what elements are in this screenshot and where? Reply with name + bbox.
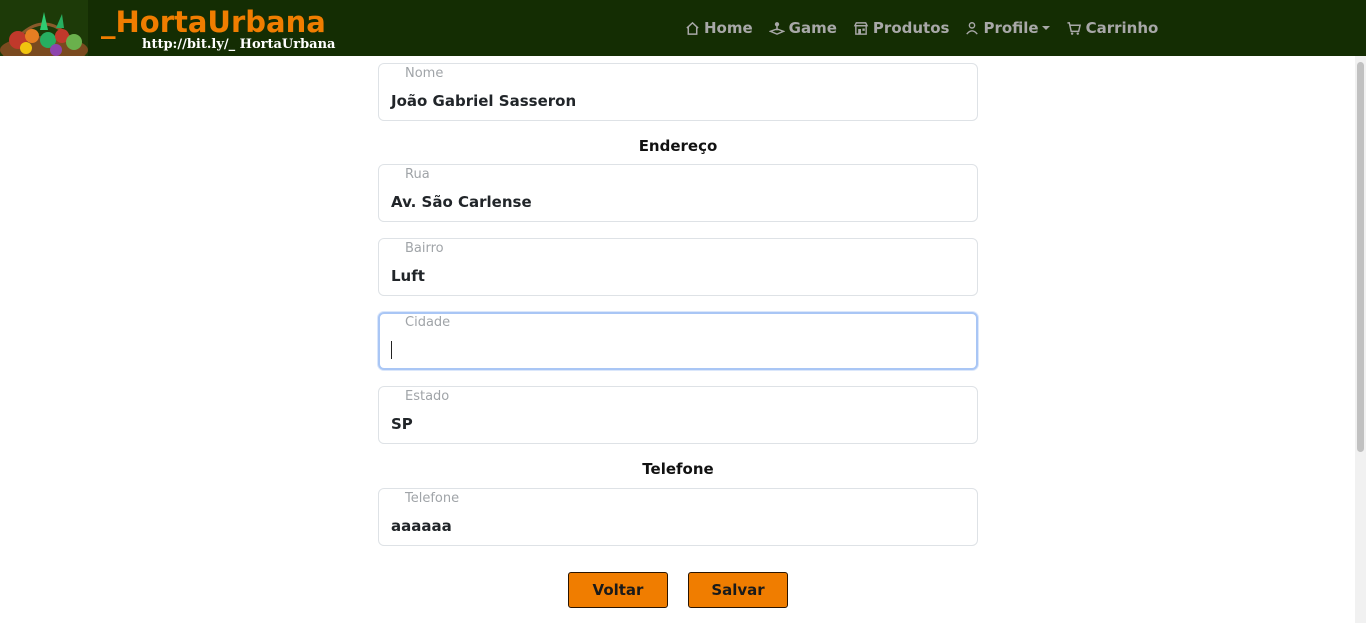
bairro-label: Bairro [405, 241, 444, 256]
nav-item-profile[interactable]: Profile [965, 19, 1050, 37]
nav-item-label: Produtos [872, 19, 950, 37]
nav-item-produtos[interactable]: Produtos [853, 19, 950, 37]
nome-label: Nome [405, 66, 444, 81]
cidade-field[interactable]: Cidade [378, 312, 978, 370]
bairro-field[interactable]: Bairro Luft [378, 238, 978, 296]
cidade-label: Cidade [405, 315, 451, 330]
nav-item-label: Home [704, 19, 753, 37]
cart-icon [1067, 21, 1081, 35]
rua-label: Rua [405, 167, 430, 182]
voltar-button[interactable]: Voltar [568, 572, 668, 608]
telefone-heading: Telefone [642, 460, 714, 478]
nav-item-label: Profile [983, 19, 1039, 37]
logo-image[interactable] [0, 0, 88, 56]
person-icon [966, 22, 979, 35]
rua-value: Av. São Carlense [391, 193, 532, 211]
brand-url: http://bit.ly/_ HortaUrbana [142, 37, 336, 52]
home-icon [686, 21, 699, 35]
rua-field[interactable]: Rua Av. São Carlense [378, 164, 978, 222]
estado-field[interactable]: Estado SP [378, 386, 978, 444]
nav-item-carrinho[interactable]: Carrinho [1066, 19, 1159, 37]
estado-value: SP [391, 415, 413, 433]
telefone-field[interactable]: Telefone aaaaaa [378, 488, 978, 546]
chevron-down-icon [1041, 26, 1050, 30]
navbar: _HortaUrbana http://bit.ly/_ HortaUrbana… [0, 0, 1366, 56]
nav-item-game[interactable]: Game [768, 19, 837, 37]
brand-title[interactable]: _HortaUrbana [101, 5, 326, 39]
endereco-heading: Endereço [638, 137, 718, 155]
nome-value: João Gabriel Sasseron [391, 92, 577, 110]
scrollbar-thumb[interactable] [1357, 62, 1364, 452]
nav-item-label: Game [788, 19, 837, 37]
nome-field[interactable]: Nome João Gabriel Sasseron [378, 63, 978, 121]
main-nav: Home Game Produtos Profile Carrinho [685, 17, 1174, 39]
telefone-value: aaaaaa [391, 517, 452, 535]
salvar-button[interactable]: Salvar [688, 572, 788, 608]
joystick-icon [768, 21, 785, 35]
text-cursor [391, 341, 392, 359]
nav-item-label: Carrinho [1085, 19, 1159, 37]
vertical-scrollbar[interactable] [1355, 56, 1366, 623]
bairro-value: Luft [391, 267, 425, 285]
nav-item-home[interactable]: Home [685, 19, 753, 37]
estado-label: Estado [405, 389, 450, 404]
shop-icon [853, 21, 869, 35]
telefone-label: Telefone [405, 491, 460, 506]
